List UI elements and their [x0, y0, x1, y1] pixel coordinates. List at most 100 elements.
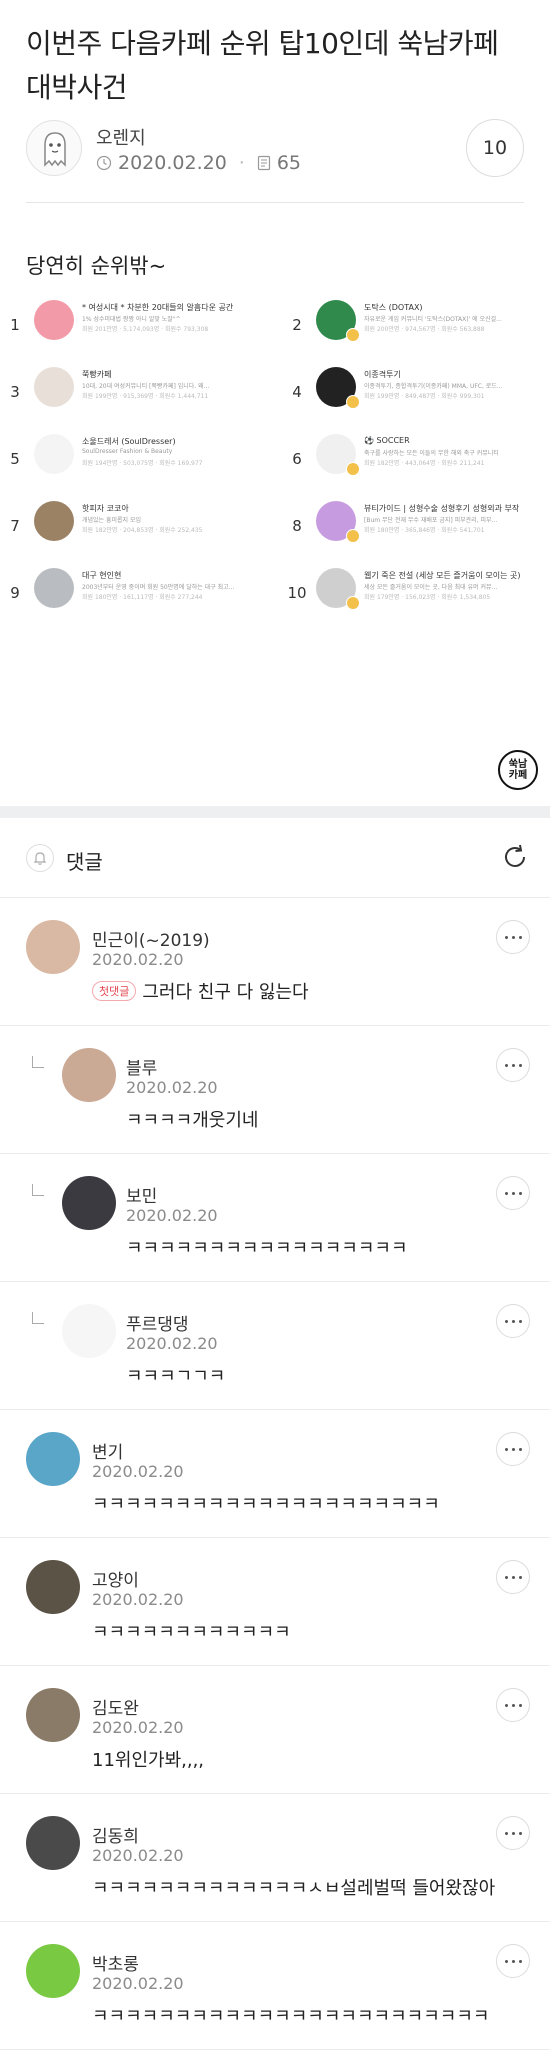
comment-author[interactable]: 고양이 — [92, 1566, 139, 1591]
section-divider — [0, 806, 550, 818]
clock-icon — [96, 155, 112, 171]
comment-text: ㅋㅋㅋㅋㅋㅋㅋㅋㅋㅋㅋㅋㅋㅋㅋㅋㅋㅋㅋㅋㅋ — [92, 1490, 440, 1516]
more-options-button[interactable] — [496, 1432, 530, 1466]
comment-author[interactable]: 블루 — [126, 1054, 157, 1079]
comment-author[interactable]: 김동희 — [92, 1822, 139, 1847]
comment-text: ㅋㅋㅋㅋㅋㅋㅋㅋㅋㅋㅋㅋㅋㅋㅋㅋㅋ — [126, 1234, 408, 1260]
comment-item: 김도완 2020.02.20 11위인가봐,,,, — [0, 1666, 550, 1794]
ranking-item: 2 도탁스 (DOTAX) 자유로운 게임 커뮤니티 '도탁스(DOTAX)' 에 … — [286, 300, 550, 356]
author-name[interactable]: 오렌지 — [96, 124, 146, 150]
reply-comment: 푸르댕댕 2020.02.20 ㅋㅋㅋㄱㄱㅋ — [0, 1282, 550, 1410]
avatar[interactable] — [26, 1688, 80, 1742]
cafe-stats: 회원 201만명 · 5,174,093명 · 회원수 793,308 — [82, 326, 209, 333]
comment-text: ㅋㅋㅋㅋ개웃기네 — [126, 1106, 258, 1132]
rank-badge-icon — [346, 596, 360, 610]
comment-author[interactable]: 민근이(~2019) — [92, 926, 210, 951]
avatar[interactable] — [26, 920, 80, 974]
avatar[interactable] — [26, 1816, 80, 1870]
ranking-item: 3 쭉빵카페 10대, 20대 여성커뮤니티 [쭉빵카페] 입니다. 왜... 회원 … — [4, 367, 274, 423]
rank-number: 8 — [292, 517, 302, 535]
comment-author[interactable]: 푸르댕댕 — [126, 1310, 189, 1335]
rank-number: 1 — [10, 316, 20, 334]
comment-date: 2020.02.20 — [92, 1718, 184, 1737]
avatar[interactable] — [62, 1176, 116, 1230]
post-meta: 2020.02.20 · 65 — [96, 152, 301, 174]
comment-item: 박초롱 2020.02.20 ㅋㅋㅋㅋㅋㅋㅋㅋㅋㅋㅋㅋㅋㅋㅋㅋㅋㅋㅋㅋㅋㅋㅋㅋ — [0, 1922, 550, 2050]
reply-comment: 보민 2020.02.20 ㅋㅋㅋㅋㅋㅋㅋㅋㅋㅋㅋㅋㅋㅋㅋㅋㅋ — [0, 1154, 550, 1282]
comment-author[interactable]: 보민 — [126, 1182, 157, 1207]
cafe-description: 1% 성수미대법 짱짱 아니 알맞 노잘"^ — [82, 316, 181, 323]
comment-text: ㅋㅋㅋㅋㅋㅋㅋㅋㅋㅋㅋㅋ — [92, 1618, 291, 1644]
comment-date: 2020.02.20 — [92, 1846, 184, 1865]
cafe-stats: 회원 182만명 · 443,064명 · 회원수 211,241 — [364, 460, 485, 467]
rank-number: 4 — [292, 383, 302, 401]
cafe-thumbnail — [34, 501, 74, 541]
avatar[interactable] — [26, 1944, 80, 1998]
comment-text: 첫댓글 그러다 친구 다 잃는다 — [92, 978, 309, 1004]
rank-number: 2 — [292, 316, 302, 334]
cafe-thumbnail — [34, 367, 74, 407]
comment-author[interactable]: 김도완 — [92, 1694, 139, 1719]
avatar[interactable] — [26, 1560, 80, 1614]
post-body-text: 당연히 순위밖~ — [26, 254, 167, 278]
cafe-name: * 여성시대 * 차분한 20대들의 알흠다운 공간 — [82, 303, 234, 312]
cafe-description: 10대, 20대 여성커뮤니티 [쭉빵카페] 입니다. 왜... — [82, 383, 210, 390]
cafe-stats: 회원 180만명 · 161,117명 · 회원수 277,244 — [82, 594, 203, 601]
cafe-name: 도탁스 (DOTAX) — [364, 303, 423, 312]
cafe-description: 개념있는 흥미롭지 모임 — [82, 517, 142, 524]
meta-separator: · — [238, 152, 245, 174]
comment-body: ㅋㅋㅋㅋㅋㅋㅋㅋㅋㅋㅋㅋㅋㅋㅋㅋㅋ — [126, 1238, 408, 1259]
comment-author[interactable]: 박초롱 — [92, 1950, 139, 1975]
ranking-item: 8 뷰티가이드 | 성형수술 성형후기 성형외과 부작 [Bum 무단 전재 무수 … — [286, 501, 550, 557]
rank-badge-icon — [346, 395, 360, 409]
reply-indicator-icon — [32, 1312, 44, 1324]
comment-item: 민근이(~2019) 2020.02.20 첫댓글 그러다 친구 다 잃는다 — [0, 898, 550, 1026]
post-title: 이번주 다음카페 순위 탑10인데 쑥남카페 대박사건 — [26, 27, 499, 104]
comment-body: ㅋㅋㅋㅋㅋㅋㅋㅋㅋㅋㅋㅋㅋㅅㅂ설레벌떡 들어왔잖아 — [92, 1878, 496, 1899]
avatar[interactable] — [62, 1048, 116, 1102]
cafe-name: 웹기 죽은 전설 (세상 모든 즐거움이 모이는 곳) — [364, 571, 521, 580]
more-options-button[interactable] — [496, 1176, 530, 1210]
ghost-icon — [44, 132, 66, 167]
more-options-button[interactable] — [496, 1560, 530, 1594]
reply-comment: 블루 2020.02.20 ㅋㅋㅋㅋ개웃기네 — [0, 1026, 550, 1154]
reply-indicator-icon — [32, 1056, 44, 1068]
author-avatar[interactable] — [26, 120, 82, 176]
more-options-button[interactable] — [496, 920, 530, 954]
cafe-stats: 회원 194만명 · 503,075명 · 회원수 169,977 — [82, 460, 203, 467]
cafe-stats: 회원 180만명 · 365,846명 · 회원수 541,701 — [364, 527, 485, 534]
cafe-description: 이종격투기, 종합격투기(이종카페) MMA, UFC, 로드... — [364, 383, 503, 390]
comment-date: 2020.02.20 — [92, 950, 184, 969]
bell-icon[interactable] — [26, 844, 54, 872]
comment-date: 2020.02.20 — [92, 1590, 184, 1609]
comments-title: 댓글 — [66, 850, 103, 874]
refresh-icon[interactable] — [500, 842, 530, 872]
comment-count-button[interactable]: 10 — [466, 119, 524, 177]
comment-date: 2020.02.20 — [126, 1206, 218, 1225]
cafe-name: 대구 현인현 — [82, 571, 122, 580]
cafe-thumbnail — [34, 434, 74, 474]
comment-body: ㅋㅋㅋㅋㅋㅋㅋㅋㅋㅋㅋㅋㅋㅋㅋㅋㅋㅋㅋㅋㅋ — [92, 1494, 440, 1515]
more-options-button[interactable] — [496, 1944, 530, 1978]
avatar[interactable] — [26, 1432, 80, 1486]
ranking-item: 6 ⚽ SOCCER 축구를 사랑하는 모든 이들의 무한 해외 축구 커뮤니티 회원… — [286, 434, 550, 490]
more-options-button[interactable] — [496, 1688, 530, 1722]
rank-number: 10 — [287, 584, 307, 602]
more-options-button[interactable] — [496, 1816, 530, 1850]
first-comment-badge: 첫댓글 — [92, 981, 137, 1001]
comment-item: 고양이 2020.02.20 ㅋㅋㅋㅋㅋㅋㅋㅋㅋㅋㅋㅋ — [0, 1538, 550, 1666]
cafe-logo: 쑥남 카페 — [498, 750, 538, 790]
cafe-name: ⚽ SOCCER — [364, 436, 410, 445]
comment-date: 2020.02.20 — [92, 1974, 184, 1993]
comment-date: 2020.02.20 — [92, 1462, 184, 1481]
cafe-name: 뷰티가이드 | 성형수술 성형후기 성형외과 부작 — [364, 504, 520, 513]
cafe-description: SoulDresser Fashion & Beauty — [82, 448, 173, 455]
cafe-name: 쭉빵카페 — [82, 370, 112, 379]
more-options-button[interactable] — [496, 1048, 530, 1082]
cafe-description: [Bum 무단 전재 무수 재배포 금지] 피부관리, 피부... — [364, 517, 498, 524]
cafe-name: 소울드레서 (SoulDresser) — [82, 437, 176, 446]
more-options-button[interactable] — [496, 1304, 530, 1338]
avatar[interactable] — [62, 1304, 116, 1358]
comment-author[interactable]: 변기 — [92, 1438, 123, 1463]
cafe-description: 자유로운 게임 커뮤니티 '도탁스(DOTAX)' 에 오신걸... — [364, 316, 502, 323]
